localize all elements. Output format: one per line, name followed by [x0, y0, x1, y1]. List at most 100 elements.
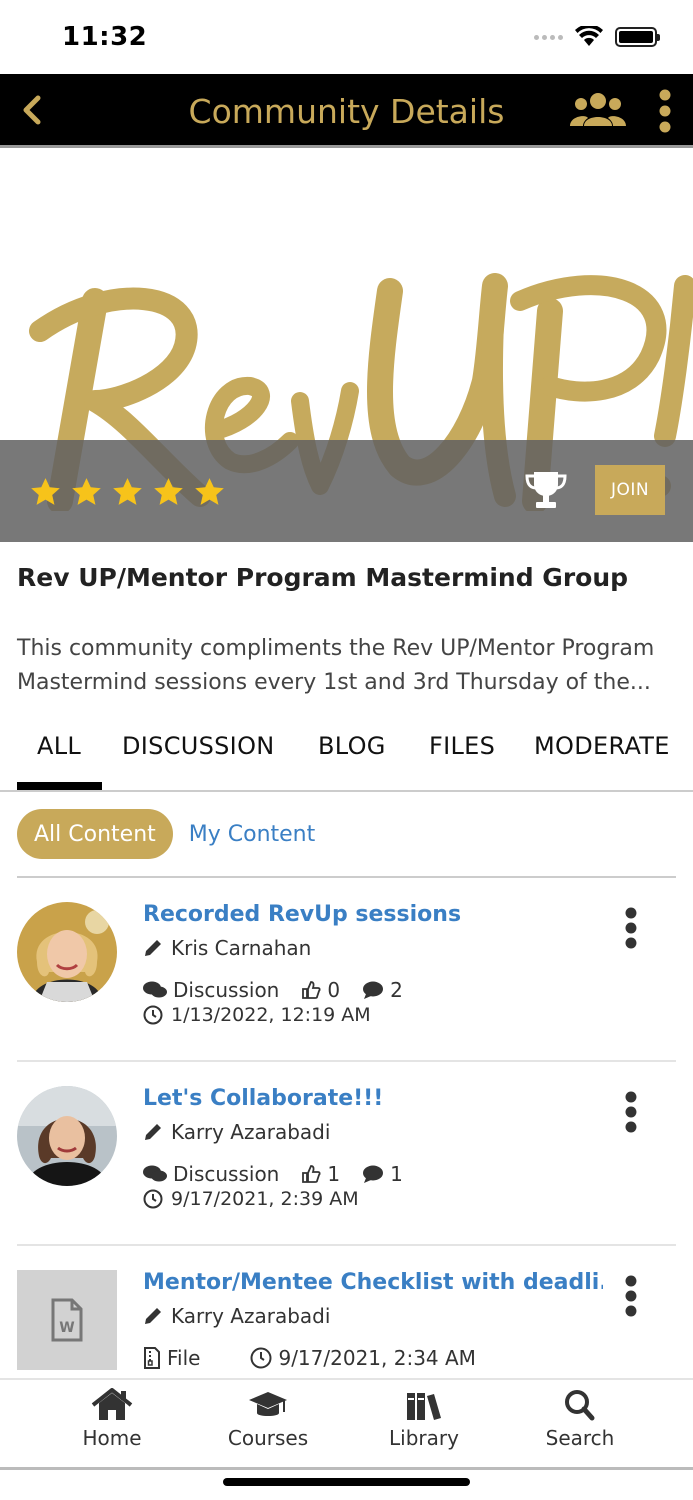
divider [17, 876, 676, 878]
avatar [17, 1086, 117, 1186]
active-tab-indicator [17, 782, 102, 790]
date-text: 9/17/2021, 2:34 AM [278, 1346, 476, 1370]
item-type: Discussion [173, 1162, 280, 1186]
list-item[interactable]: Let's Collaborate!!! Karry Azarabadi Dis… [17, 1086, 676, 1216]
graduation-cap-icon [249, 1392, 287, 1416]
clock-icon [250, 1347, 272, 1369]
divider [17, 1060, 676, 1062]
tab-files[interactable]: FILES [429, 732, 495, 760]
bottom-tab-courses[interactable]: Courses [208, 1388, 328, 1450]
members-button[interactable] [570, 92, 626, 130]
thumbs-up-icon [302, 981, 321, 999]
like-count: 1 [327, 1162, 341, 1186]
trophy-icon[interactable] [524, 470, 568, 510]
item-meta: Discussion 1 1 [143, 1162, 425, 1186]
star-icon [154, 478, 183, 505]
file-zip-icon [144, 1347, 160, 1369]
books-icon [407, 1393, 441, 1420]
more-options-button[interactable] [652, 88, 678, 134]
like-count: 0 [327, 978, 341, 1002]
banner-overlay: JOIN [0, 440, 693, 542]
rating-stars [28, 476, 227, 509]
item-date: 1/13/2022, 12:19 AM [143, 1004, 371, 1026]
bottom-tab-label: Search [545, 1426, 615, 1450]
comment-count: 1 [390, 1162, 403, 1186]
item-title[interactable]: Recorded RevUp sessions [143, 902, 461, 927]
content-tabs: ALL DISCUSSION BLOG FILES MODERATE [0, 716, 693, 792]
tab-discussion[interactable]: DISCUSSION [122, 732, 275, 760]
nav-bar: Community Details [0, 74, 693, 148]
clock-icon [143, 1005, 163, 1025]
item-type: Discussion [173, 978, 280, 1002]
users-icon [570, 93, 626, 126]
author-name: Kris Carnahan [171, 936, 312, 960]
item-title[interactable]: Mentor/Mentee Checklist with deadli... [143, 1270, 603, 1295]
more-vertical-icon [625, 1091, 637, 1133]
clock-icon [143, 1189, 163, 1209]
content-filter: All Content My Content [17, 808, 315, 860]
bottom-tab-home[interactable]: Home [52, 1388, 172, 1450]
item-type: File [167, 1346, 201, 1370]
bottom-tab-label: Home [82, 1426, 142, 1450]
bottom-tab-bar: Home Courses Library Search [0, 1378, 693, 1470]
pencil-icon [145, 1308, 161, 1324]
join-button[interactable]: JOIN [595, 465, 665, 515]
home-icon [91, 1388, 133, 1420]
date-text: 9/17/2021, 2:39 AM [171, 1188, 359, 1210]
item-author: Karry Azarabadi [143, 1120, 330, 1144]
star-icon [31, 478, 60, 505]
tab-moderate[interactable]: MODERATE [534, 732, 670, 760]
comment-count: 2 [390, 978, 403, 1002]
more-vertical-icon [659, 89, 671, 133]
star-icon [113, 478, 142, 505]
filter-all-content[interactable]: All Content [17, 809, 173, 859]
svg-text:W: W [59, 1320, 74, 1336]
author-name: Karry Azarabadi [171, 1304, 331, 1328]
star-icon [72, 478, 101, 505]
list-item[interactable]: W Mentor/Mentee Checklist with deadli...… [17, 1270, 676, 1378]
thumbs-up-icon [302, 1165, 321, 1183]
battery-icon [615, 27, 660, 47]
signal-icon [534, 34, 563, 40]
comments-icon [143, 1165, 167, 1182]
more-vertical-icon [625, 907, 637, 949]
author-name: Karry Azarabadi [171, 1120, 331, 1144]
bottom-tab-library[interactable]: Library [364, 1388, 484, 1450]
item-title[interactable]: Let's Collaborate!!! [143, 1086, 383, 1111]
comment-icon [363, 1165, 384, 1183]
status-bar: 11:32 [0, 0, 693, 74]
item-more-button[interactable] [619, 906, 643, 950]
item-meta: Discussion 0 2 [143, 978, 425, 1002]
pencil-icon [145, 1124, 161, 1140]
filter-my-content[interactable]: My Content [189, 822, 316, 847]
bottom-tab-search[interactable]: Search [520, 1388, 640, 1450]
status-icons [534, 26, 660, 48]
wifi-icon [575, 26, 603, 48]
item-date: 9/17/2021, 2:39 AM [143, 1188, 359, 1210]
word-file-icon: W [51, 1298, 83, 1342]
bottom-tab-label: Courses [227, 1426, 309, 1450]
comment-icon [363, 981, 384, 999]
status-time: 11:32 [62, 22, 148, 52]
home-indicator [223, 1478, 470, 1486]
item-meta: File 9/17/2021, 2:34 AM [143, 1346, 498, 1370]
community-description[interactable]: This community compliments the Rev UP/Me… [17, 632, 677, 700]
star-icon [195, 478, 224, 505]
more-vertical-icon [625, 1275, 637, 1317]
bottom-tab-label: Library [389, 1426, 459, 1450]
date-text: 1/13/2022, 12:19 AM [171, 1004, 371, 1026]
item-author: Karry Azarabadi [143, 1304, 330, 1328]
avatar [17, 902, 117, 1002]
pencil-icon [145, 940, 161, 956]
item-more-button[interactable] [619, 1090, 643, 1134]
community-banner: JOIN [0, 151, 693, 542]
tab-all[interactable]: ALL [37, 732, 81, 760]
item-more-button[interactable] [619, 1274, 643, 1318]
file-thumbnail: W [17, 1270, 117, 1370]
search-icon [565, 1390, 595, 1421]
item-author: Kris Carnahan [143, 936, 311, 960]
tab-blog[interactable]: BLOG [318, 732, 386, 760]
list-item[interactable]: Recorded RevUp sessions Kris Carnahan Di… [17, 902, 676, 1032]
community-title: Rev UP/Mentor Program Mastermind Group [17, 563, 629, 592]
divider [17, 1244, 676, 1246]
